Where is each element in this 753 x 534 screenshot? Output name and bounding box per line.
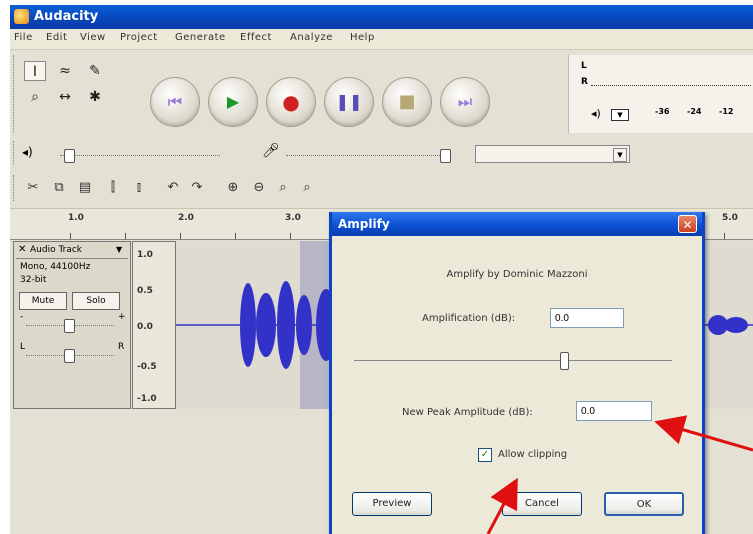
arrow-to-peak-field [654,415,753,452]
arrow-to-allow-clipping [486,477,518,534]
annotation-arrows [486,415,753,534]
audacity-window: Audacity File Edit View Project Generate… [10,5,753,534]
